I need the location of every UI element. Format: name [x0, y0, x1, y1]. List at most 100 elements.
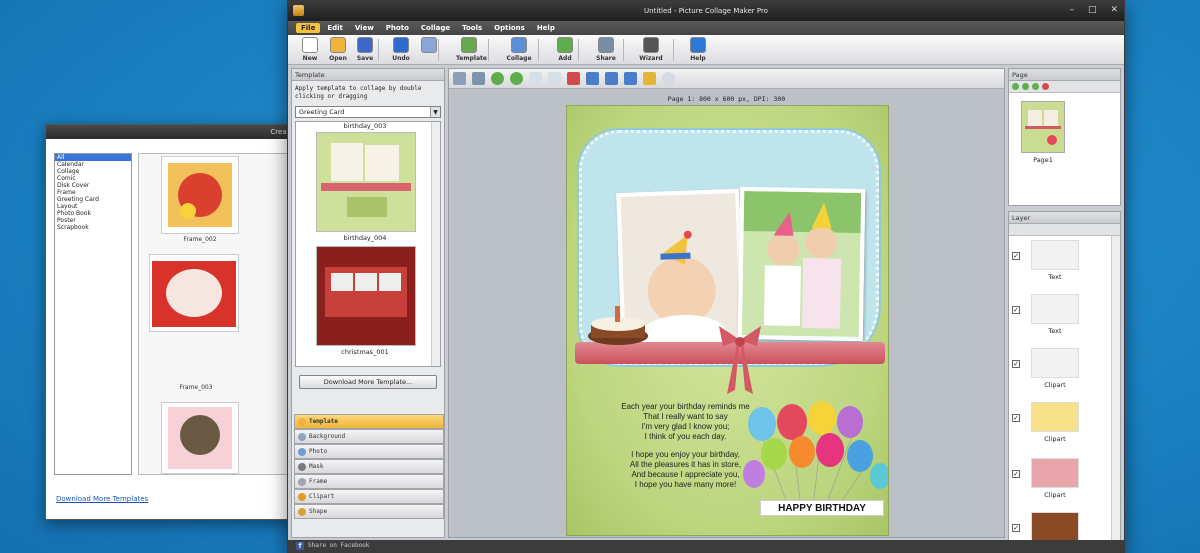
zoom-icon[interactable] — [662, 72, 675, 85]
print-icon[interactable] — [605, 72, 618, 85]
clipart-icon — [298, 493, 306, 501]
new-button[interactable]: New — [297, 37, 323, 62]
view-icon[interactable] — [624, 72, 637, 85]
menu-view[interactable]: View — [350, 23, 379, 33]
open-button[interactable]: Open — [325, 37, 351, 62]
delete-icon[interactable] — [567, 72, 580, 85]
help-button[interactable]: Help — [685, 37, 711, 62]
chevron-down-icon[interactable]: ▼ — [430, 107, 440, 117]
download-more-templates-link[interactable]: Download More Templates — [56, 495, 148, 503]
bow-clipart[interactable] — [717, 326, 763, 396]
menu-collage[interactable]: Collage — [416, 23, 455, 33]
layer-thumbnail[interactable] — [1031, 458, 1079, 488]
poem-line: I hope you have many more! — [634, 480, 737, 489]
delete-page-icon[interactable] — [1042, 83, 1049, 90]
layer-thumbnail[interactable] — [1031, 348, 1079, 378]
category-item[interactable]: Photo Book — [55, 210, 131, 217]
template-thumb-frame-004[interactable] — [161, 402, 239, 474]
category-item[interactable]: Layout — [55, 203, 131, 210]
tab-label: Template — [309, 418, 338, 425]
template-button[interactable]: Template — [456, 37, 487, 62]
layer-visibility-checkbox[interactable]: ✓ — [1012, 360, 1020, 368]
template-thumb-christmas-001[interactable] — [316, 246, 416, 346]
crop-tool-icon[interactable] — [472, 72, 485, 85]
collage-button[interactable]: Collage — [506, 37, 532, 62]
tab-template[interactable]: Template — [294, 414, 444, 429]
layer-visibility-checkbox[interactable]: ✓ — [1012, 470, 1020, 478]
close-icon[interactable]: ✕ — [1110, 5, 1118, 15]
tab-photo[interactable]: Photo — [294, 444, 444, 459]
tab-label: Mask — [309, 463, 324, 470]
layer-visibility-checkbox[interactable]: ✓ — [1012, 252, 1020, 260]
category-item[interactable]: Poster — [55, 217, 131, 224]
status-bar: f Share on Facebook — [288, 540, 1124, 552]
page-thumbnail-label: Page1 — [1033, 156, 1053, 164]
template-thumb-birthday-004[interactable] — [316, 132, 416, 232]
menu-help[interactable]: Help — [532, 23, 560, 33]
add-photo-icon[interactable] — [491, 72, 504, 85]
add-page-icon[interactable] — [1012, 83, 1019, 90]
category-item[interactable]: Frame — [55, 189, 131, 196]
add-text-icon[interactable] — [510, 72, 523, 85]
share-facebook-link[interactable]: Share on Facebook — [308, 542, 369, 549]
toolbar-separator — [578, 39, 579, 61]
template-thumb-frame-002[interactable] — [161, 156, 239, 234]
menu-edit[interactable]: Edit — [322, 23, 348, 33]
duplicate-page-icon[interactable] — [1032, 83, 1039, 90]
poem-line: And because I appreciate you, — [631, 470, 740, 479]
select-tool-icon[interactable] — [453, 72, 466, 85]
tab-background[interactable]: Background — [294, 429, 444, 444]
layer-visibility-checkbox[interactable]: ✓ — [1012, 306, 1020, 314]
fit-icon[interactable] — [586, 72, 599, 85]
template-category-select[interactable]: Greeting Card ▼ — [295, 106, 441, 118]
minimize-icon[interactable]: – — [1069, 5, 1074, 15]
menu-photo[interactable]: Photo — [381, 23, 414, 33]
category-item[interactable]: Disk Cover — [55, 182, 131, 189]
layer-thumbnail[interactable] — [1031, 512, 1079, 540]
layer-visibility-checkbox[interactable]: ✓ — [1012, 524, 1020, 532]
main-toolbar: New Open Save Undo Template Collage Add Share Wi… — [288, 35, 1124, 65]
scrollbar[interactable] — [1111, 236, 1120, 540]
template-item-label: birthday_004 — [343, 234, 387, 242]
menu-options[interactable]: Options — [489, 23, 530, 33]
bring-front-icon[interactable] — [529, 72, 542, 85]
insert-page-icon[interactable] — [1022, 83, 1029, 90]
cake-clipart[interactable] — [585, 306, 651, 346]
menu-file[interactable]: File — [296, 23, 321, 33]
share-button[interactable]: Share — [593, 37, 619, 62]
layer-visibility-checkbox[interactable]: ✓ — [1012, 414, 1020, 422]
facebook-icon[interactable]: f — [296, 542, 304, 550]
page-thumbnail[interactable] — [1021, 101, 1065, 153]
category-item[interactable]: Greeting Card — [55, 196, 131, 203]
share-icon — [598, 37, 614, 53]
category-item[interactable]: Scrapbook — [55, 224, 131, 231]
tab-mask[interactable]: Mask — [294, 459, 444, 474]
layer-thumbnail[interactable] — [1031, 402, 1079, 432]
template-list[interactable]: birthday_003 birthday_004 christmas_001 — [295, 121, 441, 367]
tab-shape[interactable]: Shape — [294, 504, 444, 519]
scrollbar[interactable] — [431, 122, 440, 366]
category-item[interactable]: All — [55, 154, 131, 161]
add-button[interactable]: Add — [552, 37, 578, 62]
collage-page[interactable]: Each year your birthday reminds me That I… — [566, 105, 889, 536]
wizard-button[interactable]: Wizard — [638, 37, 664, 62]
category-item[interactable]: Calendar — [55, 161, 131, 168]
layer-thumbnail[interactable] — [1031, 240, 1079, 270]
category-item[interactable]: Comic — [55, 175, 131, 182]
image-icon[interactable] — [643, 72, 656, 85]
menu-tools[interactable]: Tools — [457, 23, 487, 33]
layer-thumbnail[interactable] — [1031, 294, 1079, 324]
category-item[interactable]: Collage — [55, 168, 131, 175]
maximize-icon[interactable]: □ — [1088, 5, 1097, 15]
send-back-icon[interactable] — [548, 72, 561, 85]
save-button[interactable]: Save — [352, 37, 378, 62]
canvas-area: Page 1: 800 x 600 px, DPI: 300 Each year… — [448, 68, 1005, 538]
download-more-template-button[interactable]: Download More Template... — [299, 375, 437, 389]
photo-girls[interactable] — [737, 186, 866, 342]
happy-birthday-banner[interactable]: HAPPY BIRTHDAY — [760, 500, 884, 516]
undo-button[interactable]: Undo — [388, 37, 414, 62]
tab-clipart[interactable]: Clipart — [294, 489, 444, 504]
tab-frame[interactable]: Frame — [294, 474, 444, 489]
template-thumb-frame-003[interactable] — [149, 254, 239, 332]
category-list[interactable]: All Calendar Collage Comic Disk Cover Frame Gr… — [54, 153, 132, 475]
